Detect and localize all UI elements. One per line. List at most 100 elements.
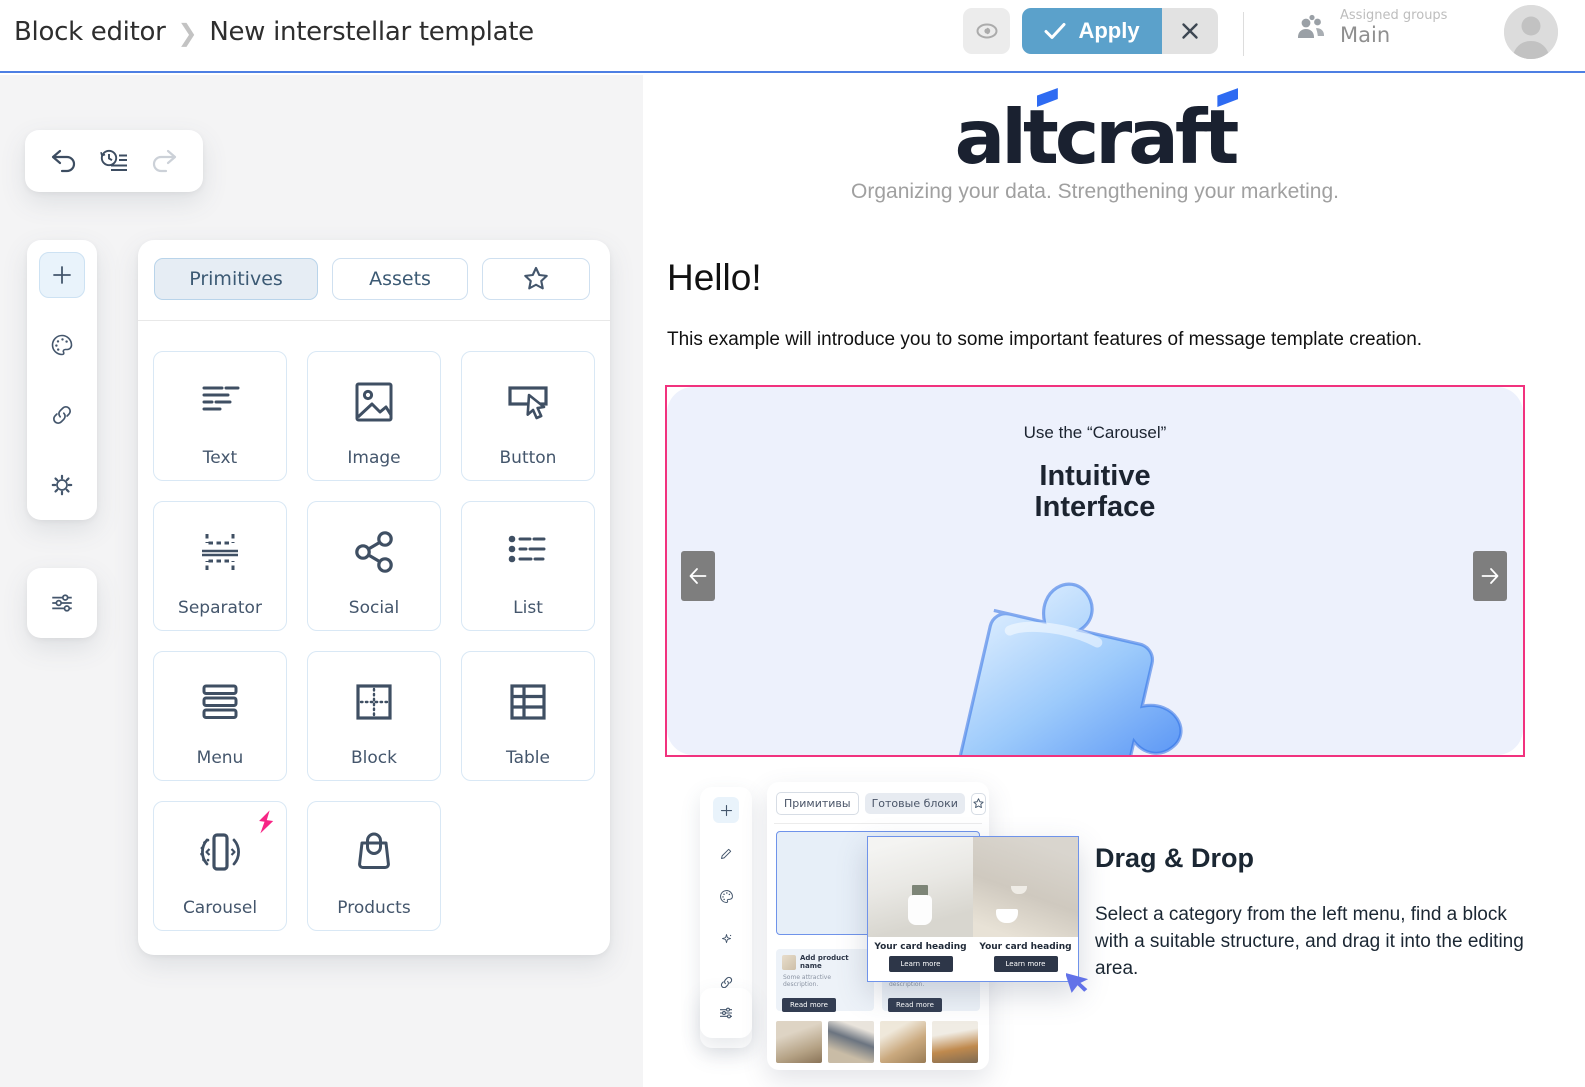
links-tool[interactable] <box>39 392 85 438</box>
chevron-right-icon: ❯ <box>177 19 198 47</box>
mini-gallery-photo <box>932 1021 978 1063</box>
block-button[interactable]: Button <box>461 351 595 481</box>
logo-tagline: Organizing your data. Strengthening your… <box>851 180 1339 203</box>
mini-gallery-photo <box>828 1021 874 1063</box>
carousel-slide: Use the “Carousel” Intuitive Interface <box>667 387 1523 755</box>
mini-tab-ready-blocks: Готовые блоки <box>864 793 965 814</box>
arrow-right-icon <box>1480 567 1500 585</box>
block-products[interactable]: Products <box>307 801 441 931</box>
user-avatar[interactable] <box>1504 5 1558 59</box>
mini-gallery-photo <box>776 1021 822 1063</box>
apply-label: Apply <box>1078 18 1140 43</box>
top-bar: Block editor ❯ New interstellar template… <box>0 0 1585 73</box>
mini-sliders-button <box>700 988 752 1038</box>
redo-button[interactable] <box>149 147 179 175</box>
editor-workspace: Primitives Assets Text Image Button Sepa… <box>0 75 643 1087</box>
puzzle-piece-image <box>814 527 1334 755</box>
coffee-photo <box>973 837 1078 937</box>
add-block-tool[interactable] <box>39 252 85 298</box>
block-menu[interactable]: Menu <box>153 651 287 781</box>
table-block-icon <box>500 674 556 730</box>
mini-product-thumb <box>782 954 796 970</box>
history-toolbar <box>25 130 203 192</box>
breadcrumb: Block editor ❯ New interstellar template <box>14 17 534 47</box>
email-intro-text: This example will introduce you to some … <box>667 329 1423 350</box>
settings-tool[interactable] <box>39 462 85 508</box>
mini-plus-icon <box>713 797 739 823</box>
breadcrumb-section[interactable]: Block editor <box>14 17 166 47</box>
drag-drop-illustration: Примитивы Готовые блоки Add product name… <box>695 770 1105 1087</box>
blocks-panel: Primitives Assets Text Image Button Sepa… <box>138 240 610 955</box>
mini-learn-more-button: Learn more <box>888 956 953 972</box>
block-block-icon <box>346 674 402 730</box>
mini-sparkle-icon <box>713 926 739 952</box>
sliders-icon <box>49 590 75 616</box>
block-image[interactable]: Image <box>307 351 441 481</box>
mini-tab-primitives: Примитивы <box>776 792 859 815</box>
header-divider <box>1243 12 1244 56</box>
flowers-photo <box>868 837 973 937</box>
gear-icon <box>50 473 74 497</box>
history-button[interactable] <box>98 147 130 175</box>
tab-primitives[interactable]: Primitives <box>154 258 318 300</box>
advanced-settings-button[interactable] <box>27 568 97 638</box>
mini-learn-more-button: Learn more <box>993 956 1058 972</box>
button-block-icon <box>500 374 556 430</box>
arrow-left-icon <box>688 567 708 585</box>
block-separator[interactable]: Separator <box>153 501 287 631</box>
image-block-icon <box>346 374 402 430</box>
eye-icon <box>974 18 1000 44</box>
carousel-block-selected[interactable]: Use the “Carousel” Intuitive Interface <box>665 385 1525 757</box>
separator-block-icon <box>192 524 248 580</box>
mini-gallery-photo <box>880 1021 926 1063</box>
link-icon <box>50 403 74 427</box>
block-social[interactable]: Social <box>307 501 441 631</box>
preview-button[interactable] <box>963 8 1010 54</box>
text-block-icon <box>192 374 248 430</box>
assigned-groups-label: Assigned groups <box>1340 8 1448 23</box>
carousel-next-button[interactable] <box>1473 551 1507 601</box>
mini-read-more-button: Read more <box>888 998 942 1012</box>
close-icon <box>1180 21 1200 41</box>
block-list[interactable]: List <box>461 501 595 631</box>
social-block-icon <box>346 524 402 580</box>
carousel-prev-button[interactable] <box>681 551 715 601</box>
side-rail <box>27 240 97 520</box>
apply-button[interactable]: Apply <box>1022 8 1162 54</box>
mini-star-icon <box>970 792 986 815</box>
primitive-blocks-grid: Text Image Button Separator Social List … <box>138 321 610 961</box>
carousel-caption: Use the “Carousel” <box>1023 423 1167 442</box>
menu-block-icon <box>192 674 248 730</box>
list-block-icon <box>500 524 556 580</box>
carousel-block-icon <box>192 824 248 880</box>
check-icon <box>1044 22 1066 40</box>
block-carousel[interactable]: Carousel <box>153 801 287 931</box>
drag-drop-body: Select a category from the left menu, fi… <box>1095 904 1524 979</box>
assigned-groups-dropdown[interactable]: Assigned groups Main <box>1294 8 1535 47</box>
breadcrumb-template-name: New interstellar template <box>209 17 534 47</box>
assigned-groups-value: Main <box>1340 23 1391 47</box>
plus-icon <box>50 263 74 287</box>
block-text[interactable]: Text <box>153 351 287 481</box>
star-icon <box>521 264 551 294</box>
mini-palette-icon <box>713 883 739 909</box>
carousel-title: Intuitive Interface <box>1034 460 1156 524</box>
drag-drop-heading: Drag & Drop <box>1095 843 1255 873</box>
undo-button[interactable] <box>49 147 79 175</box>
users-group-icon <box>1294 13 1330 43</box>
mini-read-more-button: Read more <box>782 998 836 1012</box>
drag-cursor-icon <box>1066 967 1092 993</box>
block-block[interactable]: Block <box>307 651 441 781</box>
palette-icon <box>50 333 74 357</box>
mini-product-card: Add product name Some attractive descrip… <box>776 949 874 1012</box>
email-heading: Hello! <box>667 257 762 298</box>
tab-assets[interactable]: Assets <box>332 258 468 300</box>
block-table[interactable]: Table <box>461 651 595 781</box>
tab-favorites[interactable] <box>482 258 590 300</box>
email-canvas: altcraft Organizing your data. Strengthe… <box>643 75 1585 1087</box>
close-editor-button[interactable] <box>1162 8 1218 54</box>
appearance-tool[interactable] <box>39 322 85 368</box>
products-block-icon <box>346 824 402 880</box>
drag-drop-section: Drag & Drop Select a category from the l… <box>1095 843 1535 983</box>
mini-pencil-icon <box>713 840 739 866</box>
